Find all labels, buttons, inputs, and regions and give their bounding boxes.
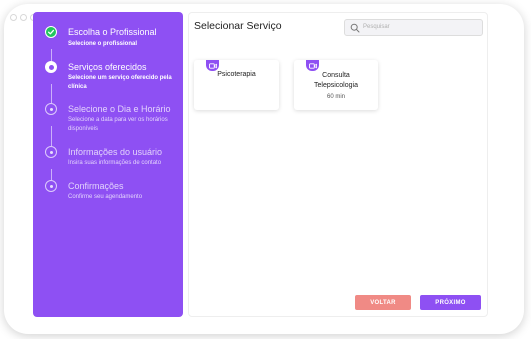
next-button[interactable]: PRÓXIMO [420,295,481,310]
step-title: Confirmações [68,181,124,191]
pending-step-icon [45,103,57,115]
service-duration: 60 min [326,94,345,100]
step-connector [51,126,52,146]
step-connector [51,49,52,61]
search-icon [350,23,360,33]
service-card-psicoterapia[interactable]: Psicoterapia [194,60,279,110]
step-subtitle: Confirme seu agendamento [68,194,143,200]
video-camera-icon [306,60,319,71]
service-name: Psicoterapia [217,71,256,78]
search-input[interactable]: Pesquisar [344,19,483,36]
step-connector [51,84,52,103]
pending-step-icon [45,146,57,158]
step-title: Selecione o Dia e Horário [68,104,171,114]
step-connector [51,169,52,180]
check-icon [45,26,57,38]
step-subtitle: Insira suas informações de contato [68,160,162,166]
step-subtitle: Selecione o profissional [68,41,138,47]
pending-step-icon [45,180,57,192]
back-button[interactable]: VOLTAR [355,295,411,310]
service-panel: Selecionar Serviço Pesquisar Psicoterapi… [188,12,488,317]
step-title: Escolha o Profissional [68,27,157,37]
step-subtitle: Selecione um serviço oferecido pela clín… [68,75,172,90]
search-placeholder: Pesquisar [363,23,390,30]
stepper-sidebar: Escolha o Profissional Selecione o profi… [33,12,183,317]
current-step-icon [45,61,57,73]
step-subtitle: Selecione a data para ver os horários di… [68,117,168,132]
step-title: Serviços oferecidos [68,62,147,72]
service-card-telepsicologia[interactable]: Consulta Telepsicologia 60 min [294,60,378,110]
step-title: Informações do usuário [68,147,163,157]
service-name: Consulta Telepsicologia [314,72,358,89]
page-title: Selecionar Serviço [194,20,282,32]
